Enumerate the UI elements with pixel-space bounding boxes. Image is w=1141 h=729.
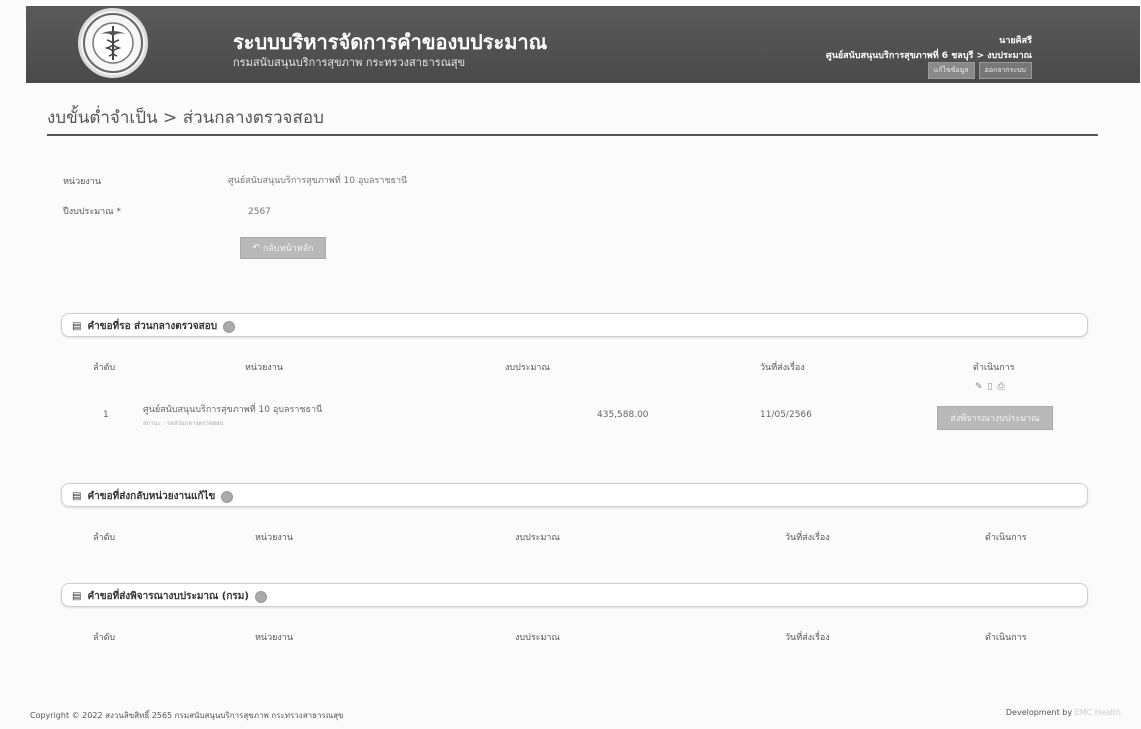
unit-value: ศูนย์สนับสนุนบริการสุขภาพที่ 10 อุบลราชธ… (228, 176, 408, 186)
row-action-icons: ✎ ▯ ⎙ (975, 382, 1005, 392)
user-unit: ศูนย์สนับสนุนบริการสุขภาพที่ 6 ชลบุรี > … (825, 51, 1032, 61)
section-title: คำขอที่รอ ส่วนกลางตรวจสอบ (87, 321, 218, 332)
document-icon: ▤ (72, 491, 82, 502)
col-no: ลำดับ (93, 533, 116, 543)
col-unit: หน่วยงาน (245, 363, 284, 373)
breadcrumb: งบขั้นต่ำจำเป็น > ส่วนกลางตรวจสอบ (47, 108, 324, 128)
col-action: ดำเนินการ (973, 363, 1015, 373)
caduceus-icon (83, 13, 143, 73)
section-title: คำขอที่ส่งพิจารณางบประมาณ (กรม) (87, 591, 249, 602)
section-sent-to-department: ▤ คำขอที่ส่งพิจารณางบประมาณ (กรม) (61, 583, 1088, 607)
col-date: วันที่ส่งเรื่อง (760, 363, 805, 373)
back-to-main-button[interactable]: ↶ กลับหน้าหลัก (240, 237, 326, 259)
developer-name[interactable]: EMC Health (1075, 708, 1121, 717)
footer-developer: Development by EMC Health (1006, 708, 1121, 717)
col-no: ลำดับ (93, 633, 116, 643)
app-subtitle: กรมสนับสนุนบริการสุขภาพ กระทรวงสาธารณสุข (233, 56, 466, 69)
col-date: วันที่ส่งเรื่อง (785, 533, 830, 543)
col-unit: หน่วยงาน (255, 533, 294, 543)
document-view-icon[interactable]: ▯ (988, 382, 993, 392)
col-budget: งบประมาณ (515, 533, 560, 543)
footer-copyright: Copyright © 2022 สงวนลิขสิทธิ์ 2565 กรมส… (30, 711, 344, 720)
col-unit: หน่วยงาน (255, 633, 294, 643)
app-header: ระบบบริหารจัดการคำของบประมาณ กรมสนับสนุน… (26, 6, 1140, 83)
unit-label: หน่วยงาน (63, 177, 102, 187)
logout-button[interactable]: ออกจากระบบ (978, 62, 1032, 79)
section-returned-for-edit: ▤ คำขอที่ส่งกลับหน่วยงานแก้ไข (61, 483, 1088, 507)
send-budget-review-button[interactable]: ส่งพิจารณางบประมาณ (937, 406, 1053, 430)
col-action: ดำเนินการ (985, 533, 1027, 543)
breadcrumb-divider (47, 134, 1098, 136)
fiscal-year-label: ปีงบประมาณ * (63, 207, 121, 217)
count-badge (254, 590, 267, 603)
developer-label: Development by (1005, 708, 1073, 717)
page: ระบบบริหารจัดการคำของบประมาณ กรมสนับสนุน… (0, 0, 1141, 729)
back-arrow-icon: ↶ (252, 243, 260, 253)
col-budget: งบประมาณ (515, 633, 560, 643)
col-date: วันที่ส่งเรื่อง (785, 633, 830, 643)
print-icon[interactable]: ⎙ (998, 382, 1005, 392)
col-budget: งบประมาณ (505, 363, 550, 373)
ministry-seal-logo (78, 8, 148, 78)
row-no: 1 (103, 410, 109, 420)
row-unit: ศูนย์สนับสนุนบริการสุขภาพที่ 10 อุบลราชธ… (143, 405, 323, 415)
count-badge (223, 320, 236, 333)
back-button-label: กลับหน้าหลัก (262, 244, 314, 254)
col-no: ลำดับ (93, 363, 116, 373)
document-icon: ▤ (72, 591, 82, 602)
fiscal-year-value: 2567 (248, 207, 271, 217)
col-action: ดำเนินการ (985, 633, 1027, 643)
count-badge (221, 490, 234, 503)
row-status: สถานะ : รอส่วนกลางตรวจสอบ (143, 420, 224, 427)
header-buttons: แก้ไขข้อมูล ออกจากระบบ (927, 62, 1032, 79)
row-budget: 435,588.00 (597, 410, 649, 420)
section-pending-review: ▤ คำขอที่รอ ส่วนกลางตรวจสอบ (61, 313, 1088, 337)
user-name: นายคิสรี (999, 36, 1032, 46)
document-icon: ▤ (72, 321, 82, 332)
edit-icon[interactable]: ✎ (975, 382, 983, 392)
edit-profile-button[interactable]: แก้ไขข้อมูล (927, 62, 975, 79)
row-date: 11/05/2566 (760, 410, 812, 420)
section-title: คำขอที่ส่งกลับหน่วยงานแก้ไข (87, 491, 216, 502)
